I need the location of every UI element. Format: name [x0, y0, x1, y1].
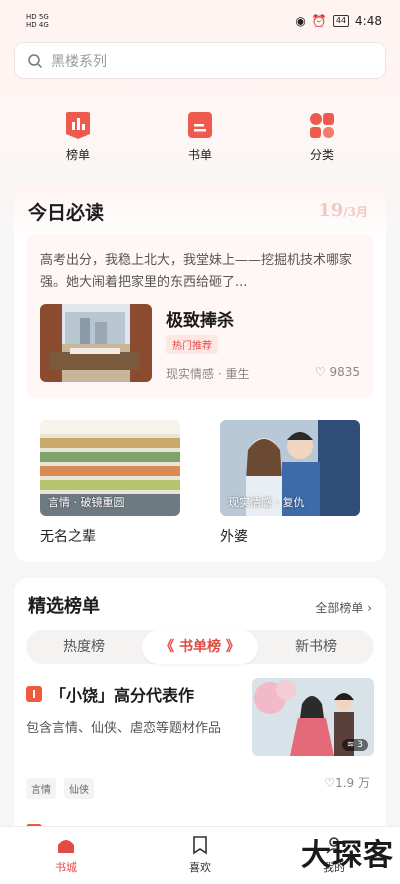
- search-bar[interactable]: 黑楼系列: [14, 42, 386, 79]
- book-cover: [40, 304, 152, 382]
- book-blurb: 高考出分，我稳上北大，我堂妹上——挖掘机技术哪家强。她大闹着把家里的东西给砸了.…: [40, 253, 353, 290]
- featured-book-card[interactable]: 高考出分，我稳上北大，我堂妹上——挖掘机技术哪家强。她大闹着把家里的东西给砸了.…: [26, 234, 374, 398]
- book-genre: 现实情感 · 重生: [166, 367, 250, 381]
- heart-icon: ♡: [314, 365, 326, 379]
- book-tags: 言情 仙侠: [26, 778, 94, 799]
- ranked-book-item[interactable]: 「小饶」高分代表作 包含言情、仙侠、虐恋等题材作品 言情 仙侠 ≋ 3 ♡1.9…: [26, 678, 374, 812]
- search-placeholder: 黑楼系列: [51, 53, 107, 70]
- tab-likes[interactable]: 喜欢: [170, 835, 230, 875]
- layers-icon: ≋ 3: [341, 739, 368, 751]
- book-card[interactable]: 现实情感 · 复仇 外婆: [206, 406, 374, 552]
- tab-label: 喜欢: [189, 861, 211, 874]
- signal-indicators: HD 5G HD 4G: [26, 14, 49, 30]
- rank-badge-icon: [26, 686, 42, 702]
- book-likes: ♡ 9835: [315, 365, 360, 379]
- tab-label: 书城: [55, 861, 77, 874]
- ranking-section: 精选榜单 全部榜单 › 热度榜 《 书单榜 》 新书榜 「小饶」高分代表作 包含…: [14, 578, 386, 838]
- tab-new[interactable]: 新书榜: [258, 630, 374, 664]
- section-title: 今日必读: [28, 202, 105, 224]
- heart-icon: ♡: [324, 776, 336, 790]
- book-tag: 言情: [26, 778, 56, 799]
- quick-item-ranking[interactable]: 榜单: [48, 110, 108, 163]
- chart-icon: [64, 110, 92, 140]
- quick-label: 书单: [187, 148, 212, 162]
- date-month: /3月: [343, 205, 368, 219]
- quick-item-booklist[interactable]: 书单: [170, 110, 230, 163]
- book-cover: ≋ 3: [252, 678, 374, 756]
- signal-line-2: HD 4G: [26, 21, 49, 29]
- tab-booklist[interactable]: 《 书单榜 》: [142, 630, 258, 664]
- book-cover: 现实情感 · 复仇: [220, 420, 360, 516]
- book-desc: 包含言情、仙侠、虐恋等题材作品: [26, 721, 222, 736]
- category-icon: [308, 110, 336, 140]
- hot-tag: 热门推荐: [166, 335, 218, 354]
- tab-hot[interactable]: 热度榜: [26, 630, 142, 664]
- clock: 4:48: [355, 14, 382, 28]
- book-title: 无名之辈: [40, 529, 96, 545]
- tab-bookstore[interactable]: 书城: [36, 835, 96, 875]
- likes-count: 9835: [329, 365, 360, 379]
- quick-label: 分类: [309, 148, 334, 162]
- book-title: 「小饶」高分代表作: [50, 686, 195, 705]
- chevron-right-icon: ›: [367, 601, 372, 615]
- date-badge: 19/3月: [318, 200, 368, 221]
- book-title: 极致捧杀: [166, 311, 234, 331]
- book-tag: 仙侠: [64, 778, 94, 799]
- home-icon: [56, 835, 76, 855]
- eye-icon: ◉: [295, 14, 306, 28]
- quick-nav: 榜单 书单 分类: [0, 110, 400, 172]
- booklist-icon: [186, 110, 214, 140]
- likes-count: 1.9 万: [335, 776, 370, 790]
- bookmark-icon: [190, 835, 210, 855]
- all-rankings-label: 全部榜单: [315, 601, 364, 615]
- book-likes: ♡1.9 万: [324, 774, 370, 791]
- book-cover: 言情 · 破镜重圆: [40, 420, 180, 516]
- date-day: 19: [318, 200, 344, 221]
- alarm-icon: ⏰: [311, 14, 327, 28]
- today-section: 今日必读 19/3月 高考出分，我稳上北大，我堂妹上——挖掘机技术哪家强。她大闹…: [14, 182, 386, 562]
- watermark-text: 大琛客: [301, 838, 394, 873]
- all-rankings-link[interactable]: 全部榜单 ›: [315, 599, 372, 616]
- status-bar: HD 5G HD 4G ◉ ⏰ 44 4:48: [0, 0, 400, 42]
- ranking-tabs: 热度榜 《 书单榜 》 新书榜: [26, 630, 374, 664]
- quick-item-category[interactable]: 分类: [292, 110, 352, 163]
- quick-label: 榜单: [65, 148, 90, 162]
- book-genre: 言情 · 破镜重圆: [48, 496, 125, 509]
- section-title: 精选榜单: [28, 596, 100, 617]
- battery-indicator: 44: [332, 15, 350, 27]
- book-card[interactable]: 言情 · 破镜重圆 无名之辈: [26, 406, 194, 552]
- book-count: 3: [357, 740, 363, 750]
- book-genre: 现实情感 · 复仇: [228, 496, 305, 509]
- book-title: 外婆: [220, 529, 248, 545]
- search-icon: [28, 53, 43, 68]
